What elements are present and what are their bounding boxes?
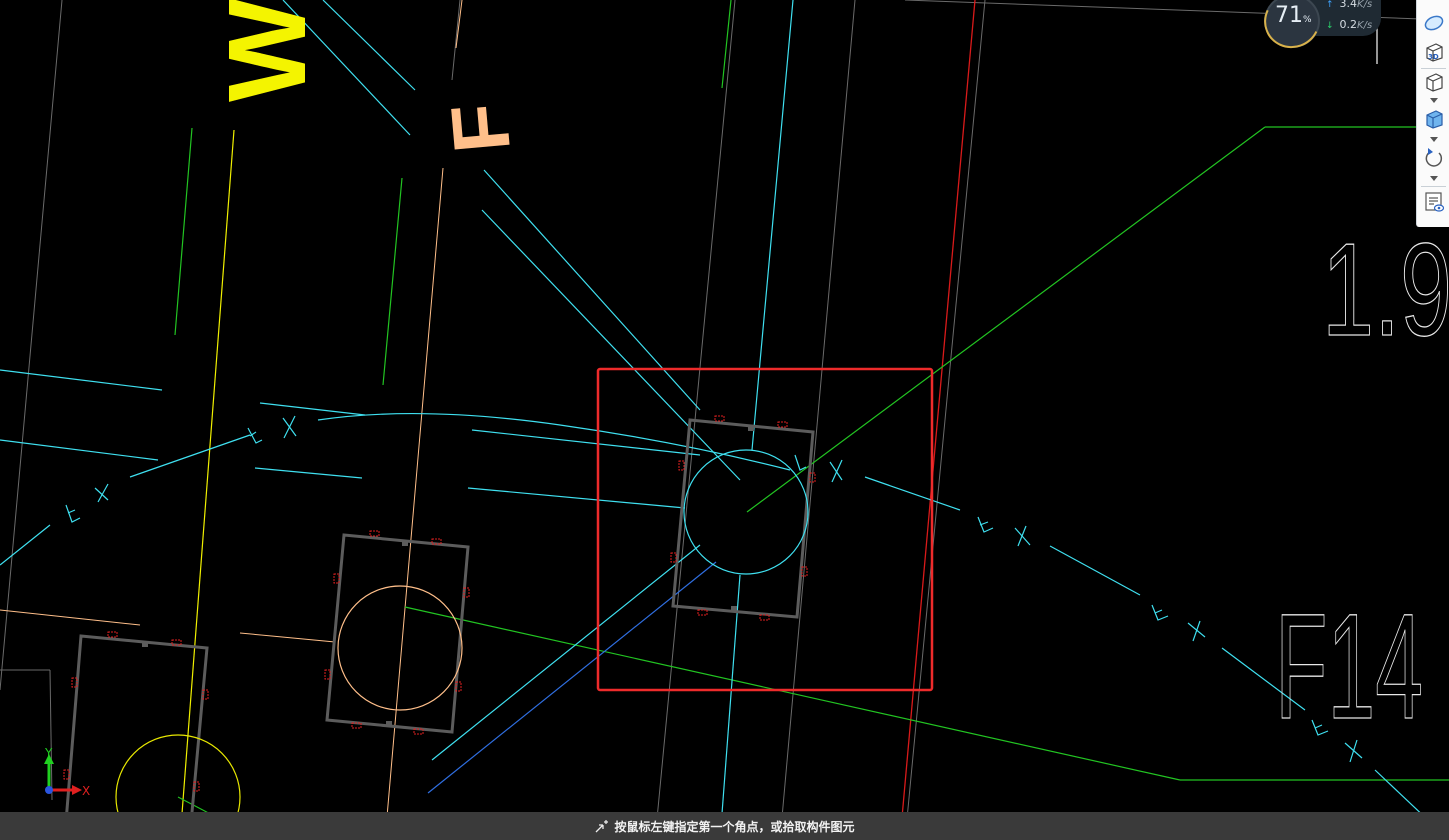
download-speed: ↓ 0.2K/s [1326,18,1373,31]
shape-icon[interactable] [1422,10,1446,34]
cap-label-f14: F14 [1275,582,1423,750]
cap-notches [125,426,754,828]
ucs-icon: Y X [44,746,90,798]
box-icon[interactable] [1422,70,1446,94]
box-dropdown-caret[interactable] [1430,98,1438,103]
ucs-x-label: X [82,784,90,798]
pick-cursor-icon [596,820,609,833]
svg-text:3D: 3D [1428,53,1439,61]
rotate-dropdown-caret[interactable] [1430,176,1438,181]
toolbar-separator [1421,68,1446,69]
upload-speed: ↑ 3.4K/s [1326,0,1373,10]
toolbar-separator [1421,186,1446,187]
command-prompt-bar: 按鼠标左键指定第一个角点，或拾取构件图元 [0,812,1449,840]
pile-caps[interactable] [64,418,815,836]
axis-label-f: F [434,100,527,156]
dimension-text: 1.9 [1322,216,1449,363]
yellow-axis-line [179,129,235,840]
green-lines [174,0,1449,840]
rebar-markers [63,415,816,838]
selection-box [596,367,934,692]
ucs-y-label: Y [44,746,53,760]
pile-circle[interactable] [337,585,463,711]
memory-percent: 71% [1275,3,1312,28]
command-prompt-text: 按鼠标左键指定第一个角点，或拾取构件图元 [614,819,855,834]
rotate-icon[interactable] [1422,146,1446,170]
red-axis-line [899,0,976,840]
cad-viewport[interactable]: W F 1.9 F14 [0,0,1449,840]
download-arrow-icon: ↓ [1326,21,1334,31]
view-toolbar: 3D [1416,0,1449,227]
upload-arrow-icon: ↑ [1326,0,1334,10]
peach-lines [0,0,463,840]
solid-box-icon[interactable] [1422,107,1446,131]
layer-list-icon[interactable] [1422,190,1446,214]
axis-label-w: W [206,0,329,102]
network-speed-widget[interactable]: 71% ↑ 3.4K/s ↓ 0.2K/s [1256,0,1383,56]
pile-circle-selected[interactable] [683,449,809,575]
3d-view-icon[interactable]: 3D [1422,40,1446,64]
solid-box-dropdown-caret[interactable] [1430,137,1438,142]
